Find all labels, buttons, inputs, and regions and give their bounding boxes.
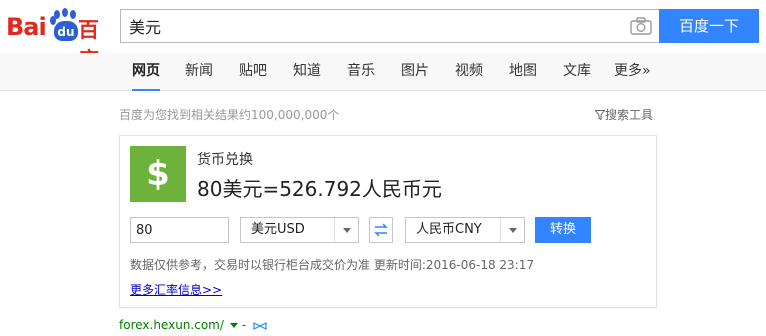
source-url-text: forex.hexun.com/: [119, 318, 224, 332]
tab-web[interactable]: 网页: [132, 53, 160, 91]
dollar-icon: $: [130, 146, 186, 202]
source-url[interactable]: forex.hexun.com/ -: [119, 318, 267, 332]
amount-input[interactable]: [130, 217, 229, 243]
disclaimer-text: 数据仅供参考，交易时以银行柜台成交价为准 更新时间:2016-06-18 23:…: [130, 258, 534, 272]
from-currency-value: 美元USD: [251, 222, 305, 237]
result-count: 百度为您找到相关结果约100,000,000个: [119, 108, 340, 122]
currency-converter-card: $ 货币兑换 80美元=526.792人民币元 美元USD 人民币CNY 转换 …: [119, 135, 657, 308]
tab-music[interactable]: 音乐: [347, 53, 375, 91]
logo-bai-text: Bai: [6, 13, 47, 41]
logo-du-text: du: [54, 21, 78, 41]
swap-icon: [374, 223, 388, 237]
card-title[interactable]: 货币兑换: [197, 149, 253, 169]
to-dropdown-arrow: [500, 218, 524, 242]
baidu-logo[interactable]: Bai du 百度: [6, 6, 114, 72]
to-currency-select[interactable]: 人民币CNY: [405, 217, 525, 243]
funnel-icon: [595, 110, 605, 120]
nav-bar: 网页 新闻 贴吧 知道 音乐 图片 视频 地图 文库 更多»: [0, 53, 766, 91]
conversion-result: 80美元=526.792人民币元: [197, 177, 442, 201]
more-rates-link[interactable]: 更多汇率信息>>: [130, 281, 222, 298]
tab-zhidao[interactable]: 知道: [293, 53, 321, 91]
header: Bai du 百度 百度一下: [0, 0, 766, 72]
camera-icon[interactable]: [630, 17, 652, 35]
to-currency-value: 人民币CNY: [416, 222, 482, 237]
search-input[interactable]: [129, 10, 609, 42]
search-button[interactable]: 百度一下: [659, 9, 759, 43]
url-dropdown-icon[interactable]: [229, 322, 238, 328]
paw-icon: du: [50, 8, 80, 42]
bow-icon: [253, 321, 267, 330]
tab-images[interactable]: 图片: [401, 53, 429, 91]
from-dropdown-arrow: [334, 218, 358, 242]
from-currency-select[interactable]: 美元USD: [240, 217, 359, 243]
search-tools-label: 搜索工具: [605, 108, 654, 122]
chevron-down-icon: [343, 228, 351, 233]
swap-currency-button[interactable]: [369, 217, 393, 243]
convert-button[interactable]: 转换: [535, 217, 591, 243]
tab-more[interactable]: 更多»: [614, 53, 651, 91]
tab-map[interactable]: 地图: [509, 53, 537, 91]
tab-tieba[interactable]: 贴吧: [239, 53, 267, 91]
source-sep: -: [241, 318, 247, 332]
tab-news[interactable]: 新闻: [185, 53, 213, 91]
search-box: [120, 9, 659, 43]
search-tools-button[interactable]: 搜索工具: [595, 106, 653, 123]
chevron-down-icon: [509, 228, 517, 233]
tab-wenku[interactable]: 文库: [563, 53, 591, 91]
tab-video[interactable]: 视频: [455, 53, 483, 91]
